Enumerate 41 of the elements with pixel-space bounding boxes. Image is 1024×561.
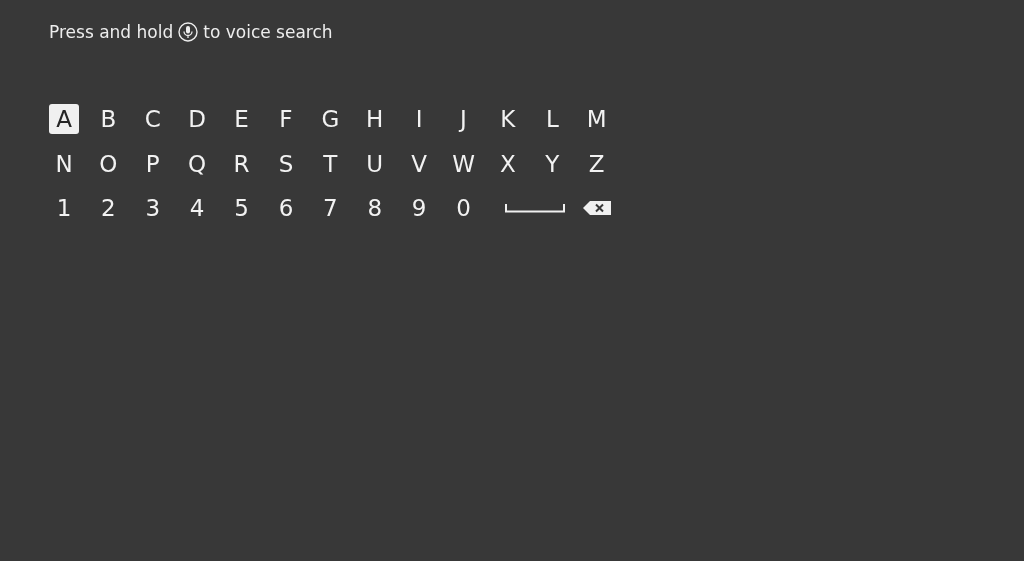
backspace-icon — [582, 201, 611, 215]
letter-key[interactable]: P — [137, 148, 168, 179]
letter-key[interactable]: T — [315, 148, 346, 179]
letter-key[interactable]: 1 — [49, 193, 79, 223]
letter-key[interactable]: O — [93, 148, 124, 179]
letter-key[interactable]: N — [49, 148, 79, 179]
letter-key[interactable]: 8 — [359, 193, 390, 223]
letter-key[interactable]: B — [93, 104, 124, 134]
letter-key[interactable]: L — [537, 104, 568, 134]
letter-key[interactable]: 4 — [182, 193, 213, 223]
letter-key[interactable]: F — [270, 104, 301, 134]
letter-key[interactable]: U — [359, 148, 390, 179]
space-icon — [505, 203, 566, 213]
letter-key[interactable]: H — [359, 104, 390, 134]
letter-key[interactable]: K — [492, 104, 523, 134]
letter-key[interactable]: 0 — [448, 193, 479, 223]
hint-text: Press and hold — [49, 22, 174, 42]
letter-key[interactable]: 9 — [404, 193, 435, 223]
letter-key[interactable]: G — [315, 104, 346, 134]
letter-key[interactable]: 2 — [93, 193, 124, 223]
microphone-icon — [178, 22, 199, 42]
letter-key[interactable]: V — [404, 148, 435, 179]
letter-key[interactable]: E — [226, 104, 257, 134]
letter-key[interactable]: D — [182, 104, 213, 134]
letter-key[interactable]: A — [49, 104, 79, 134]
letter-key[interactable]: M — [581, 104, 612, 134]
letter-key[interactable]: Z — [581, 148, 612, 179]
letter-key[interactable]: W — [448, 148, 479, 179]
letter-key[interactable]: 5 — [226, 193, 257, 223]
letter-key[interactable]: R — [226, 148, 257, 179]
letter-key[interactable]: S — [270, 148, 301, 179]
letter-key[interactable]: 3 — [137, 193, 168, 223]
letter-key[interactable]: J — [448, 104, 479, 134]
letter-key[interactable]: 6 — [270, 193, 301, 223]
letter-key[interactable]: Q — [182, 148, 213, 179]
letter-key[interactable]: I — [404, 104, 435, 134]
letter-key[interactable]: 7 — [315, 193, 346, 223]
letter-key[interactable]: Y — [537, 148, 568, 179]
letter-key[interactable]: C — [137, 104, 168, 134]
hint-text: to voice search — [203, 22, 333, 42]
letter-key[interactable]: X — [492, 148, 523, 179]
